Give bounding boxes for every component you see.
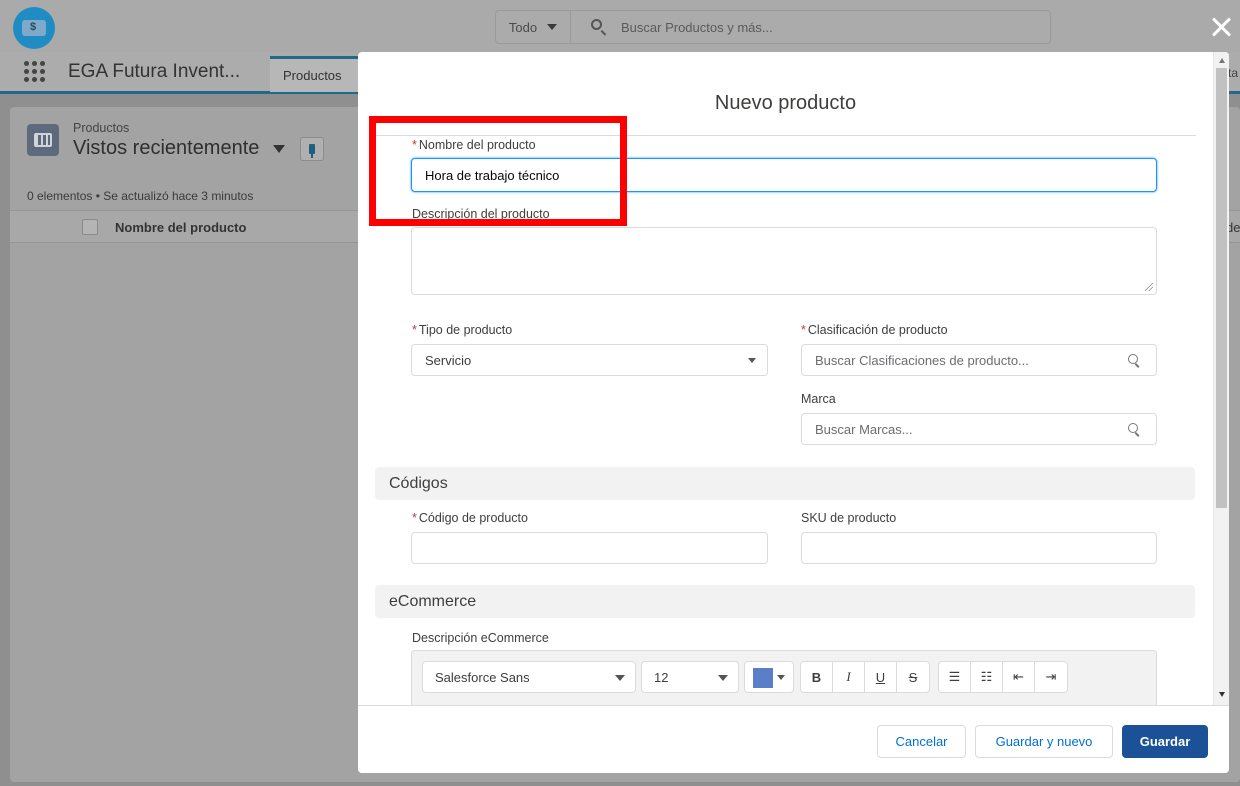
logo-icon <box>22 20 46 36</box>
bold-button[interactable]: B <box>801 662 833 692</box>
list-meta: 0 elementos • Se actualizó hace 3 minuto… <box>27 189 254 203</box>
app-launcher-icon[interactable] <box>24 61 46 83</box>
list-view-selector[interactable]: Vistos recientemente <box>73 137 286 160</box>
format-button-group: B I U S <box>800 661 930 693</box>
indent-icon[interactable]: ⇥ <box>1035 662 1067 692</box>
product-object-icon <box>27 124 59 156</box>
underline-button[interactable]: U <box>865 662 897 692</box>
sku-input[interactable] <box>801 532 1157 564</box>
list-view-name: Vistos recientemente <box>73 137 260 159</box>
outdent-icon[interactable]: ⇤ <box>1003 662 1035 692</box>
search-icon <box>1128 423 1142 437</box>
product-description-textarea[interactable] <box>411 227 1157 295</box>
scroll-down-icon[interactable] <box>1219 692 1225 697</box>
bulleted-list-icon[interactable]: ☰ <box>939 662 971 692</box>
product-type-label: * Tipo de producto <box>412 323 513 337</box>
product-type-select[interactable]: Servicio <box>411 344 768 376</box>
chevron-down-icon <box>615 675 625 681</box>
font-family-select[interactable]: Salesforce Sans <box>422 661 636 693</box>
chevron-down-icon <box>718 675 728 681</box>
pin-list-view-button[interactable] <box>300 137 324 161</box>
global-header: Todo Buscar Productos y más... <box>0 0 1240 52</box>
nav-tab-truncated[interactable]: ta <box>1228 66 1238 80</box>
chevron-down-icon <box>547 24 558 30</box>
select-all-checkbox[interactable] <box>82 219 98 235</box>
tab-productos[interactable]: Productos <box>270 56 362 92</box>
search-scope-label: Todo <box>508 19 538 35</box>
pin-icon <box>309 144 315 158</box>
font-size-select[interactable]: 12 <box>641 661 739 693</box>
strikethrough-button[interactable]: S <box>897 662 929 692</box>
save-button[interactable]: Guardar <box>1122 725 1208 758</box>
italic-button[interactable]: I <box>833 662 865 692</box>
modal-scrollbar[interactable] <box>1213 52 1229 705</box>
app-name: EGA Futura Invent... <box>68 61 241 82</box>
section-codes[interactable]: Códigos <box>375 467 1195 500</box>
modal-footer: Cancelar Guardar y nuevo Guardar <box>358 705 1229 773</box>
text-color-button[interactable] <box>744 661 794 693</box>
ecommerce-description-label: Descripción eCommerce <box>412 631 549 645</box>
chevron-down-icon <box>273 144 286 153</box>
rich-text-toolbar: Salesforce Sans 12 B I U S ☰ ☷ ⇤ ⇥ <box>411 650 1157 710</box>
brand-label: Marca <box>801 392 836 406</box>
resize-handle-icon[interactable] <box>1145 283 1153 291</box>
product-code-input[interactable] <box>411 532 768 564</box>
search-input[interactable]: Buscar Productos y más... <box>621 20 773 35</box>
color-swatch <box>753 668 773 688</box>
cancel-button[interactable]: Cancelar <box>877 725 966 758</box>
required-marker: * <box>412 323 417 337</box>
required-marker: * <box>801 323 806 337</box>
scroll-up-icon[interactable] <box>1219 58 1225 63</box>
search-icon <box>1128 354 1142 368</box>
brand-lookup[interactable]: Buscar Marcas... <box>801 413 1157 445</box>
annotation-highlight-box <box>369 116 627 226</box>
close-modal-icon[interactable] <box>1208 14 1234 40</box>
required-marker: * <box>412 511 417 525</box>
product-code-label: * Código de producto <box>412 511 528 525</box>
sku-label: SKU de producto <box>801 511 897 525</box>
global-search[interactable]: Todo Buscar Productos y más... <box>495 10 1051 44</box>
classification-lookup[interactable]: Buscar Clasificaciones de producto... <box>801 344 1157 376</box>
object-label: Productos <box>73 121 130 135</box>
chevron-down-icon <box>777 675 785 680</box>
save-and-new-button[interactable]: Guardar y nuevo <box>975 725 1113 758</box>
modal-title: Nuevo producto <box>714 92 857 114</box>
section-ecommerce[interactable]: eCommerce <box>375 585 1195 618</box>
chevron-down-icon <box>748 358 756 363</box>
search-scope-dropdown[interactable]: Todo <box>496 11 571 43</box>
list-button-group: ☰ ☷ ⇤ ⇥ <box>938 661 1068 693</box>
search-icon <box>591 19 607 35</box>
classification-label: * Clasificación de producto <box>801 323 948 337</box>
column-header-name[interactable]: Nombre del producto <box>115 220 246 235</box>
app-logo[interactable] <box>13 7 55 49</box>
new-product-modal: Nuevo producto * Nombre del producto Hora… <box>358 52 1229 773</box>
scrollbar-thumb[interactable] <box>1216 68 1227 508</box>
numbered-list-icon[interactable]: ☷ <box>971 662 1003 692</box>
